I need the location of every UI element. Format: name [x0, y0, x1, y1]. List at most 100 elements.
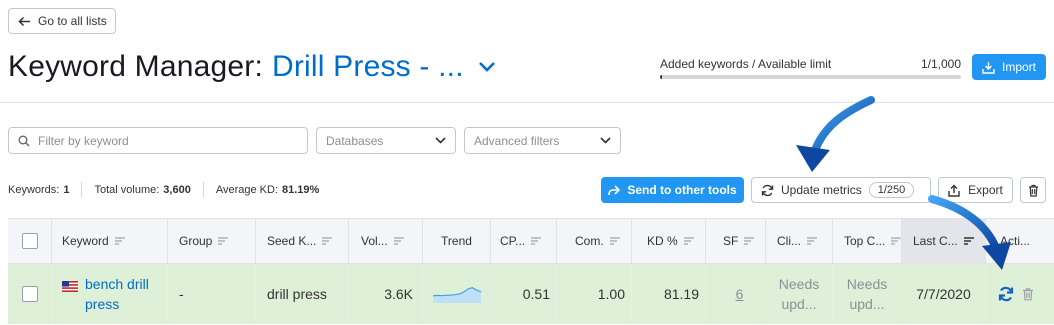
chevron-down-icon	[435, 137, 446, 144]
column-header-competition[interactable]: Com.	[556, 219, 631, 263]
clicks-cell: Needs upd...	[765, 264, 832, 324]
sort-icon	[322, 237, 333, 245]
average-kd-value: 81.19%	[282, 183, 320, 196]
databases-label: Databases	[326, 133, 384, 148]
actions-cell	[985, 264, 1054, 324]
delete-row-icon[interactable]	[1022, 287, 1034, 301]
column-header-serp-features[interactable]: SF	[705, 219, 765, 263]
competition-cell: 1.00	[556, 264, 631, 324]
row-checkbox[interactable]	[21, 286, 38, 302]
table-row: bench drill press - drill press 3.6K 0.5…	[8, 264, 1054, 324]
arrow-left-icon	[18, 16, 30, 26]
column-label: Top C...	[844, 234, 886, 248]
serp-features-cell: 6	[705, 264, 765, 324]
keyword-cell: bench drill press	[51, 264, 167, 324]
column-header-cpc[interactable]: CP...	[490, 219, 556, 263]
sort-active-icon	[963, 237, 974, 245]
annotation-arrow-update-metrics	[796, 96, 875, 172]
keyword-text-line1: bench drill	[85, 276, 149, 292]
update-metrics-count: 1/250	[868, 182, 915, 198]
sort-icon	[683, 237, 694, 245]
share-arrow-icon	[608, 184, 621, 195]
sort-icon	[891, 237, 901, 245]
back-label: Go to all lists	[38, 14, 107, 28]
databases-dropdown[interactable]: Databases	[316, 127, 456, 154]
column-header-kd[interactable]: KD %	[631, 219, 705, 263]
limit-progress-bar	[660, 75, 961, 79]
column-label: Trend	[441, 234, 472, 248]
advanced-filters-dropdown[interactable]: Advanced filters	[464, 127, 621, 154]
update-metrics-label: Update metrics	[781, 183, 862, 197]
seed-keyword-cell: drill press	[255, 264, 348, 324]
keyword-text-line2: press	[85, 296, 120, 312]
export-button[interactable]: Export	[938, 177, 1013, 203]
keywords-count-label: Keywords:	[8, 183, 60, 196]
keyword-filter[interactable]	[8, 127, 308, 154]
sort-icon	[744, 237, 755, 245]
volume-cell: 3.6K	[348, 264, 422, 324]
top-competitors-cell: Needs upd...	[832, 264, 901, 324]
table-header: Keyword Group Seed K... Vol... Trend CP.…	[8, 218, 1054, 264]
column-header-group[interactable]: Group	[167, 219, 255, 263]
refresh-icon	[761, 184, 774, 196]
stats-separator	[81, 182, 83, 197]
column-header-last-checked[interactable]: Last C...	[901, 219, 985, 263]
group-cell: -	[167, 264, 255, 324]
trend-cell	[422, 264, 490, 324]
column-header-clicks[interactable]: Cli...	[765, 219, 832, 263]
chevron-down-icon[interactable]	[478, 61, 496, 73]
column-header-keyword[interactable]: Keyword	[51, 219, 167, 263]
update-metrics-button[interactable]: Update metrics 1/250	[751, 177, 931, 203]
top-competitors-status-line2: upd...	[849, 296, 885, 312]
keyword-link[interactable]: bench drill press	[85, 274, 149, 314]
send-to-other-tools-button[interactable]: Send to other tools	[601, 177, 744, 203]
header-divider	[0, 102, 1054, 103]
keyword-stats: Keywords: 1 Total volume: 3,600 Average …	[8, 182, 319, 197]
keyword-filter-input[interactable]	[38, 133, 278, 148]
delete-button[interactable]	[1020, 177, 1046, 203]
column-header-seed-keyword[interactable]: Seed K...	[255, 219, 348, 263]
export-icon	[948, 184, 960, 197]
page-title: Keyword Manager: Drill Press - ...	[8, 50, 496, 84]
select-all-cell	[8, 219, 51, 263]
column-label: KD %	[647, 234, 678, 248]
sort-icon	[114, 237, 125, 245]
column-label: Com.	[575, 234, 604, 248]
back-to-lists-button[interactable]: Go to all lists	[8, 8, 116, 34]
import-button[interactable]: Import	[972, 54, 1046, 80]
us-flag-icon	[62, 281, 78, 292]
select-all-checkbox[interactable]	[21, 233, 38, 249]
column-label: Keyword	[62, 234, 109, 248]
last-checked-cell: 7/7/2020	[901, 264, 985, 324]
trash-icon	[1028, 184, 1038, 197]
search-icon	[18, 135, 30, 147]
top-competitors-status-line1: Needs	[846, 276, 888, 292]
trend-sparkline	[432, 287, 481, 303]
refresh-row-icon[interactable]	[998, 286, 1014, 302]
column-label: CP...	[500, 234, 526, 248]
row-select-cell	[8, 264, 51, 324]
sort-icon	[609, 237, 620, 245]
column-header-trend: Trend	[422, 219, 490, 263]
send-label: Send to other tools	[627, 183, 737, 197]
cpc-cell: 0.51	[490, 264, 556, 324]
sort-icon	[531, 237, 542, 245]
kd-cell: 81.19	[631, 264, 705, 324]
chevron-down-icon	[600, 137, 611, 144]
sort-icon	[218, 237, 229, 245]
column-header-top-competitors[interactable]: Top C...	[832, 219, 901, 263]
column-label: Cli...	[777, 234, 801, 248]
limit-label: Added keywords / Available limit	[660, 57, 832, 71]
advanced-filters-label: Advanced filters	[474, 133, 560, 148]
column-header-volume[interactable]: Vol...	[348, 219, 422, 263]
sort-icon	[393, 237, 404, 245]
column-label: Group	[179, 234, 213, 248]
serp-features-link[interactable]: 6	[736, 286, 744, 302]
column-label: Vol...	[361, 234, 388, 248]
list-name-dropdown[interactable]: Drill Press - ...	[272, 50, 464, 84]
export-label: Export	[968, 183, 1003, 197]
limit-count: 1/1,000	[920, 57, 961, 71]
import-icon	[982, 61, 995, 74]
import-label: Import	[1001, 60, 1036, 74]
column-label: Acti...	[1000, 234, 1031, 248]
